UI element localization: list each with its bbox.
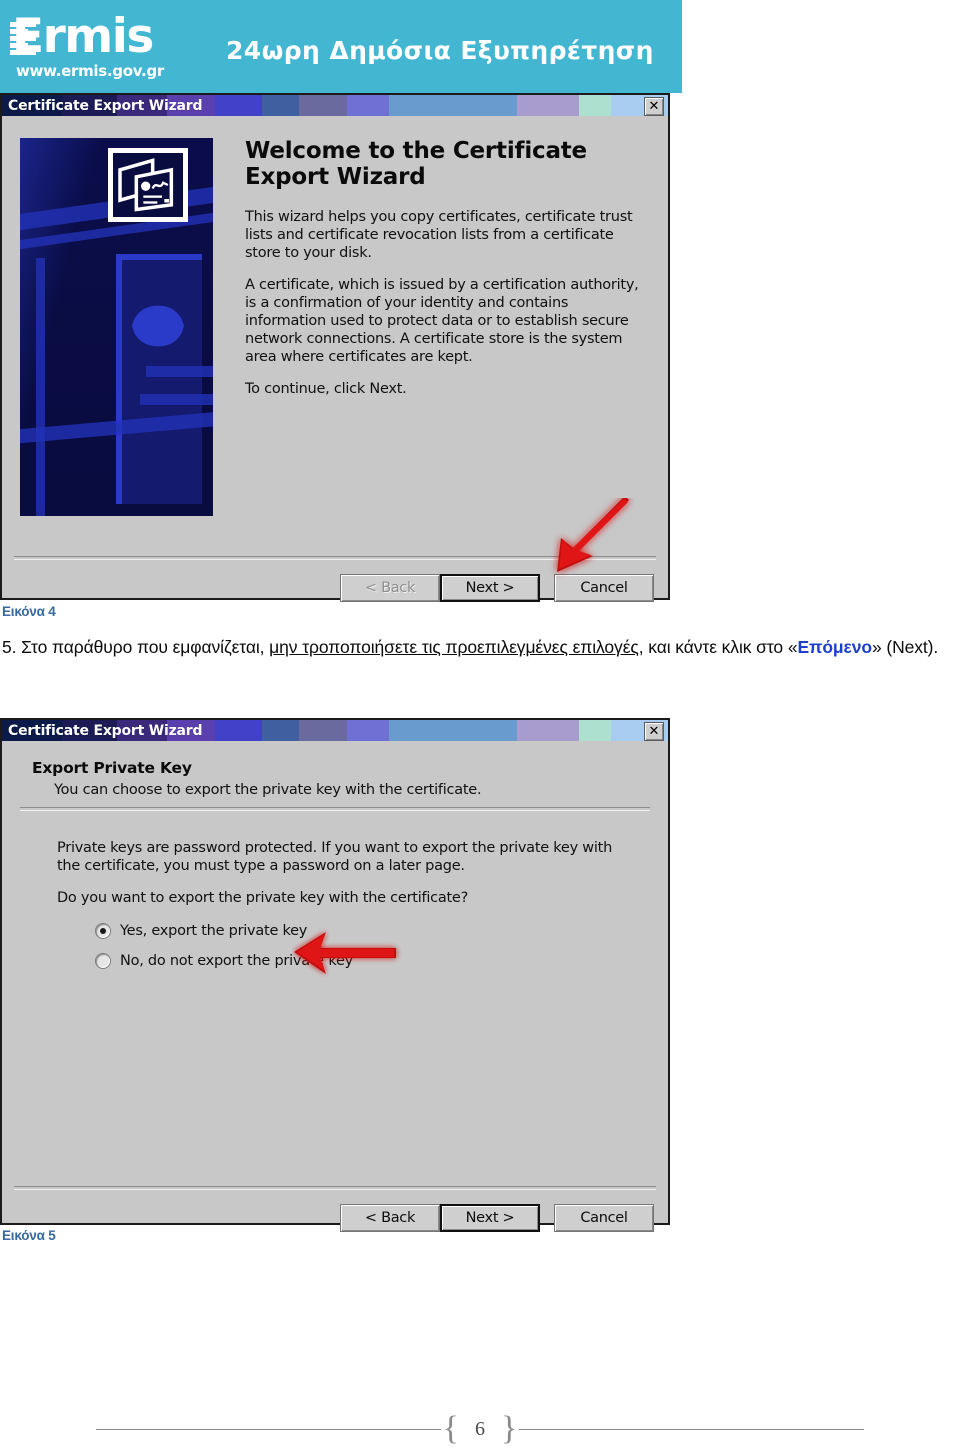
private-key-header: Export Private Key You can choose to exp… [2,741,668,815]
welcome-paragraph-1: This wizard helps you copy certificates,… [245,209,633,261]
step-number: 5. [2,637,17,657]
step-text-part3: » (Next). [871,637,939,657]
welcome-dialog-footer: < Back Next > Cancel [2,552,668,618]
radio-button-icon[interactable] [95,923,111,939]
step-text-highlight: Επόμενο [797,637,872,657]
instruction-paragraph: 5. Στο παράθυρο που εμφανίζεται, μην τρο… [2,634,942,661]
step-text-part2: , και κάντε κλικ στο « [638,637,798,657]
welcome-text-block: Welcome to the Certificate Export Wizard… [245,138,641,398]
certificate-export-wizard-private-key-dialog: Certificate Export Wizard ✕ Export Priva… [0,718,670,1232]
private-key-heading: Export Private Key [32,759,192,777]
close-icon[interactable]: ✕ [644,97,664,116]
radio-option-yes[interactable]: Yes, export the private key [95,923,668,939]
ermis-logo-url: www.ermis.gov.gr [16,62,164,80]
certificate-export-wizard-welcome-dialog: Certificate Export Wizard ✕ Welcome to t… [0,93,670,602]
ermis-header-banner: Ermis www.ermis.gov.gr 24ωρη Δημόσια Εξυ… [0,0,682,93]
footer-divider [14,556,656,560]
next-button[interactable]: Next > [440,1204,540,1232]
back-button[interactable]: < Back [340,1204,440,1232]
welcome-dialog-body: Welcome to the Certificate Export Wizard… [2,116,668,552]
footer-divider [14,1186,656,1190]
radio-option-yes-label: Yes, export the private key [120,923,308,939]
welcome-heading: Welcome to the Certificate Export Wizard [245,138,587,190]
next-button[interactable]: Next > [440,574,540,602]
ermis-tagline: 24ωρη Δημόσια Εξυπηρέτηση [226,36,654,65]
wizard-artwork [20,138,213,516]
welcome-paragraph-3: To continue, click Next. [245,381,407,397]
private-key-question: Do you want to export the private key wi… [57,890,469,906]
dialog-titlebar: Certificate Export Wizard ✕ [2,720,668,741]
page-footer: { 6 } [0,1408,960,1450]
footer-rule-right [519,1428,865,1430]
header-divider [20,807,650,811]
ermis-logo-wordmark: Ermis [12,9,154,64]
ermis-logo: Ermis www.ermis.gov.gr [8,12,188,84]
welcome-paragraph-2: A certificate, which is issued by a cert… [245,277,639,365]
step-text-underlined: μην τροποποιήσετε τις προεπιλεγμένες επι… [269,637,639,657]
page-number: 6 [475,1417,485,1440]
dialog-title: Certificate Export Wizard [8,722,203,739]
private-key-subheading: You can choose to export the private key… [54,782,482,798]
back-button[interactable]: < Back [340,574,440,602]
cancel-button[interactable]: Cancel [554,574,654,602]
footer-rule-left [95,1428,441,1430]
dialog-titlebar: Certificate Export Wizard ✕ [2,95,668,116]
welcome-button-row: < Back Next > Cancel [340,574,654,602]
step-text-part1: Στο παράθυρο που εμφανίζεται, [21,637,270,657]
dialog-title: Certificate Export Wizard [8,97,203,114]
close-icon[interactable]: ✕ [644,722,664,741]
private-key-body: Private keys are password protected. If … [2,815,668,1182]
certificate-icon [108,148,188,222]
private-key-paragraph-1: Private keys are password protected. If … [57,840,613,874]
radio-button-icon[interactable] [95,953,111,969]
private-key-button-row: < Back Next > Cancel [340,1204,654,1232]
cancel-button[interactable]: Cancel [554,1204,654,1232]
figure-caption-4: Εικόνα 4 [2,604,56,619]
figure-caption-5: Εικόνα 5 [2,1228,56,1243]
artwork-panel [116,254,202,504]
radio-option-no[interactable]: No, do not export the private key [95,953,668,969]
radio-option-no-label: No, do not export the private key [120,953,353,969]
private-key-dialog-footer: < Back Next > Cancel [2,1182,668,1248]
